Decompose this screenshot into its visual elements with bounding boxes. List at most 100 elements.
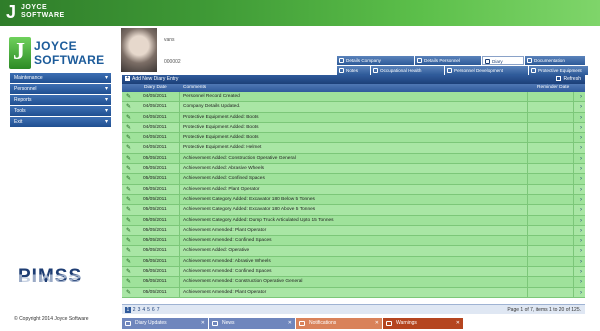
pencil-icon[interactable]: ✎: [126, 174, 131, 184]
refresh-button[interactable]: Refresh: [556, 75, 581, 84]
page-link[interactable]: 3: [138, 307, 141, 313]
pencil-icon[interactable]: ✎: [126, 143, 131, 153]
table-row[interactable]: ✎ 05/05/2011 Achievement Category Added: E…: [122, 194, 585, 206]
chevron-right-icon[interactable]: ›: [580, 123, 582, 133]
chevron-right-icon[interactable]: ›: [580, 267, 582, 277]
table-row[interactable]: ✎ 04/05/2011 Protective Equipment Added: B…: [122, 122, 585, 134]
sidebar-item-personnel[interactable]: Personnel ▾: [10, 84, 111, 94]
chevron-right-icon[interactable]: ›: [580, 257, 582, 267]
table-row[interactable]: ✎ 05/05/2011 Achievement Amended: Confined…: [122, 236, 585, 247]
table-row[interactable]: ✎ 05/05/2011 Achievement Amended: Abrasive…: [122, 256, 585, 268]
table-row[interactable]: ✎ 05/05/2011 Achievement Amended: Plant Op…: [122, 225, 585, 237]
table-row[interactable]: ✎ 04/05/2011 Protective Equipment Added: H…: [122, 143, 585, 154]
pencil-icon[interactable]: ✎: [126, 216, 131, 226]
pencil-icon[interactable]: ✎: [126, 102, 131, 112]
column-header-date[interactable]: Diary Date: [144, 84, 167, 92]
chevron-right-icon[interactable]: ›: [580, 236, 582, 246]
add-diary-entry-button[interactable]: + Add New Diary Entry: [125, 75, 178, 84]
table-row[interactable]: ✎ 05/05/2011 Achievement Added: Abrasive W…: [122, 164, 585, 175]
table-row[interactable]: ✎ 04/05/2011 Personnel Record Created ›: [122, 92, 585, 103]
pencil-icon[interactable]: ✎: [126, 236, 131, 246]
bottom-tab-warnings[interactable]: Warnings ✕: [383, 318, 463, 329]
column-divider: [573, 122, 574, 133]
chevron-right-icon[interactable]: ›: [580, 288, 582, 298]
bottom-tab-notifications[interactable]: Notifications ✕: [296, 318, 382, 329]
page-link[interactable]: 1: [125, 307, 131, 313]
pencil-icon[interactable]: ✎: [126, 246, 131, 256]
chevron-right-icon[interactable]: ›: [580, 92, 582, 102]
sidebar-item-reports[interactable]: Reports ▾: [10, 95, 111, 105]
tab-personnel-development[interactable]: Personnel Development: [445, 66, 528, 75]
table-row[interactable]: ✎ 05/05/2011 Achievement Category Added: E…: [122, 205, 585, 216]
column-divider: [527, 236, 528, 246]
table-row[interactable]: ✎ 05/05/2011 Achievement Added: Constructi…: [122, 153, 585, 165]
page-link[interactable]: 4: [142, 307, 145, 313]
tab-details-personnel[interactable]: Details Personnel: [415, 56, 481, 65]
table-row[interactable]: ✎ 05/05/2011 Achievement Added: Operative ›: [122, 246, 585, 257]
table-row[interactable]: ✎ 04/05/2011 Company Details Updated. ›: [122, 102, 585, 113]
pencil-icon[interactable]: ✎: [126, 195, 131, 205]
table-row[interactable]: ✎ 04/05/2011 Protective Equipment Added: B…: [122, 133, 585, 144]
chevron-right-icon[interactable]: ›: [580, 154, 582, 164]
tab-occupational-health[interactable]: Occupational Health: [371, 66, 444, 75]
chevron-right-icon[interactable]: ›: [580, 133, 582, 143]
cell-date: 05/05/2011: [143, 248, 167, 254]
bottom-tab-news[interactable]: News ✕: [209, 318, 295, 329]
table-row[interactable]: ✎ 05/05/2011 Achievement Category Added: D…: [122, 215, 585, 226]
table-row[interactable]: ✎ 05/05/2011 Achievement Added: Confined S…: [122, 174, 585, 185]
pencil-icon[interactable]: ✎: [126, 205, 131, 215]
page-link[interactable]: 6: [152, 307, 155, 313]
table-row[interactable]: ✎ 05/05/2011 Achievement Amended: Plant Op…: [122, 287, 585, 298]
chevron-right-icon[interactable]: ›: [580, 205, 582, 215]
chevron-right-icon[interactable]: ›: [580, 113, 582, 123]
column-header-reminder[interactable]: Reminder Date: [537, 84, 569, 92]
chevron-right-icon[interactable]: ›: [580, 226, 582, 236]
column-header-comments[interactable]: Comments: [183, 84, 206, 92]
chevron-right-icon[interactable]: ›: [580, 102, 582, 112]
tab-diary[interactable]: Diary: [482, 56, 524, 65]
sidebar-item-exit[interactable]: Exit ▾: [10, 117, 111, 127]
chevron-right-icon[interactable]: ›: [580, 164, 582, 174]
pencil-icon[interactable]: ✎: [126, 164, 131, 174]
pencil-icon[interactable]: ✎: [126, 277, 131, 287]
chevron-right-icon[interactable]: ›: [580, 216, 582, 226]
close-icon[interactable]: ✕: [375, 318, 379, 329]
pencil-icon[interactable]: ✎: [126, 267, 131, 277]
pencil-icon[interactable]: ✎: [126, 185, 131, 195]
chevron-right-icon[interactable]: ›: [580, 143, 582, 153]
tab-notes[interactable]: Notes: [337, 66, 370, 75]
pencil-icon[interactable]: ✎: [126, 288, 131, 298]
chevron-right-icon[interactable]: ›: [580, 246, 582, 256]
pencil-icon[interactable]: ✎: [126, 133, 131, 143]
document-icon: [447, 68, 452, 73]
chevron-right-icon[interactable]: ›: [580, 185, 582, 195]
column-divider: [527, 287, 528, 297]
pencil-icon[interactable]: ✎: [126, 226, 131, 236]
tab-documentation[interactable]: Documentation: [525, 56, 585, 65]
sidebar-item-maintenance[interactable]: Maintenance ▾: [10, 73, 111, 83]
cell-comment: Achievement Added: Construction Operativ…: [183, 155, 296, 161]
close-icon[interactable]: ✕: [456, 318, 460, 329]
table-row[interactable]: ✎ 05/05/2011 Achievement Added: Plant Oper…: [122, 184, 585, 195]
pencil-icon[interactable]: ✎: [126, 92, 131, 102]
page-link[interactable]: 2: [133, 307, 136, 313]
pencil-icon[interactable]: ✎: [126, 123, 131, 133]
page-link[interactable]: 7: [157, 307, 160, 313]
table-row[interactable]: ✎ 04/05/2011 Protective Equipment Added: B…: [122, 112, 585, 123]
chevron-right-icon[interactable]: ›: [580, 277, 582, 287]
table-row[interactable]: ✎ 05/05/2011 Achievement Amended: Confined…: [122, 267, 585, 278]
pencil-icon[interactable]: ✎: [126, 154, 131, 164]
close-icon[interactable]: ✕: [288, 318, 292, 329]
table-row[interactable]: ✎ 05/05/2011 Achievement Amended: Construc…: [122, 277, 585, 288]
pencil-icon[interactable]: ✎: [126, 257, 131, 267]
close-icon[interactable]: ✕: [201, 318, 205, 329]
bottom-tab-diary-updates[interactable]: Diary Updates ✕: [122, 318, 208, 329]
tab-protective-equipment[interactable]: Protective Equipment: [529, 66, 588, 75]
tab-details-company[interactable]: Details Company: [337, 56, 414, 65]
pencil-icon[interactable]: ✎: [126, 113, 131, 123]
column-divider: [573, 205, 574, 215]
chevron-right-icon[interactable]: ›: [580, 174, 582, 184]
page-link[interactable]: 5: [147, 307, 150, 313]
sidebar-item-tools[interactable]: Tools ▾: [10, 106, 111, 116]
chevron-right-icon[interactable]: ›: [580, 195, 582, 205]
